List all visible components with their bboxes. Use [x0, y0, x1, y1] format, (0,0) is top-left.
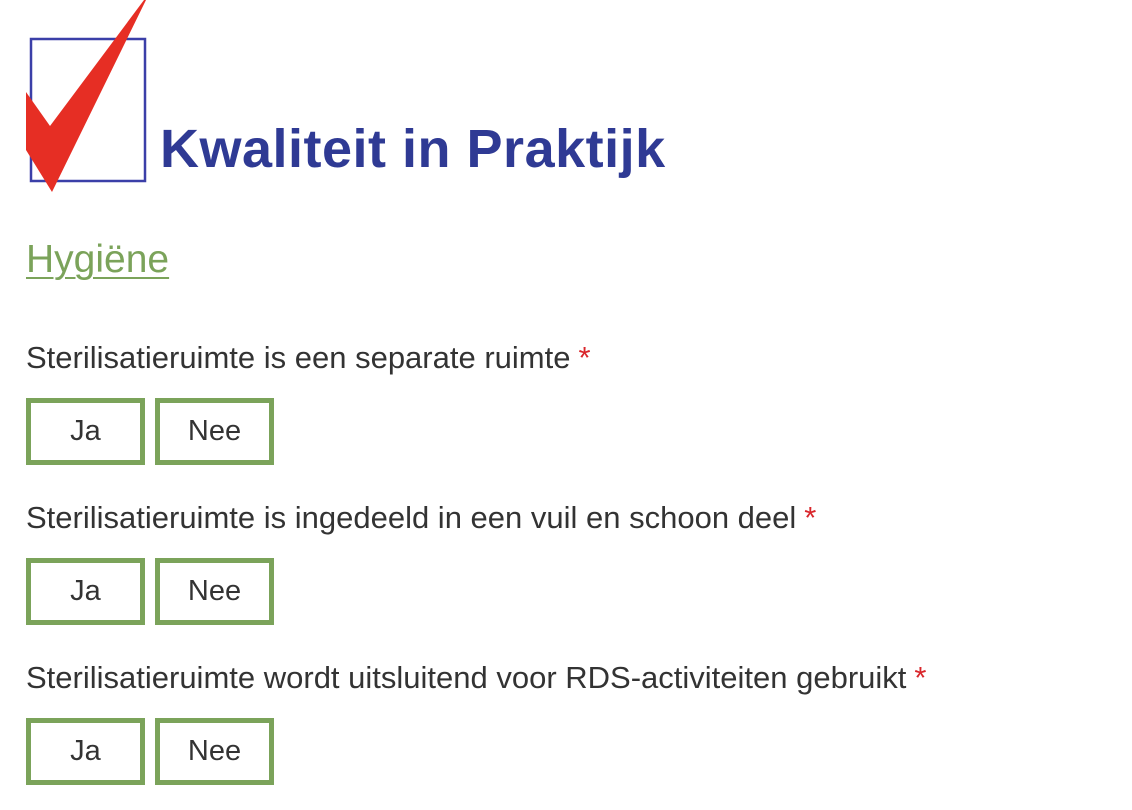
check-in-box-icon	[26, 0, 147, 192]
answer-options: Ja Nee	[26, 398, 274, 465]
question-label: Sterilisatieruimte wordt uitsluitend voo…	[26, 658, 927, 698]
question-text: Sterilisatieruimte is ingedeeld in een v…	[26, 500, 797, 535]
option-nee-button[interactable]: Nee	[155, 718, 274, 785]
option-nee-button[interactable]: Nee	[155, 558, 274, 625]
question-label: Sterilisatieruimte is een separate ruimt…	[26, 338, 591, 378]
question-1: Sterilisatieruimte is een separate ruimt…	[26, 338, 591, 465]
option-ja-button[interactable]: Ja	[26, 398, 145, 465]
logo-text: Kwaliteit in Praktijk	[160, 119, 666, 179]
option-ja-button[interactable]: Ja	[26, 558, 145, 625]
question-text: Sterilisatieruimte wordt uitsluitend voo…	[26, 660, 907, 695]
required-marker: *	[914, 660, 927, 695]
option-ja-button[interactable]: Ja	[26, 718, 145, 785]
option-nee-button[interactable]: Nee	[155, 398, 274, 465]
logo: Kwaliteit in Praktijk	[26, 0, 686, 200]
section-title-link[interactable]: Hygiëne	[26, 238, 169, 282]
answer-options: Ja Nee	[26, 558, 274, 625]
question-2: Sterilisatieruimte is ingedeeld in een v…	[26, 498, 816, 625]
answer-options: Ja Nee	[26, 718, 274, 785]
required-marker: *	[804, 500, 817, 535]
question-label: Sterilisatieruimte is ingedeeld in een v…	[26, 498, 816, 538]
question-text: Sterilisatieruimte is een separate ruimt…	[26, 340, 571, 375]
required-marker: *	[578, 340, 591, 375]
question-3: Sterilisatieruimte wordt uitsluitend voo…	[26, 658, 927, 785]
